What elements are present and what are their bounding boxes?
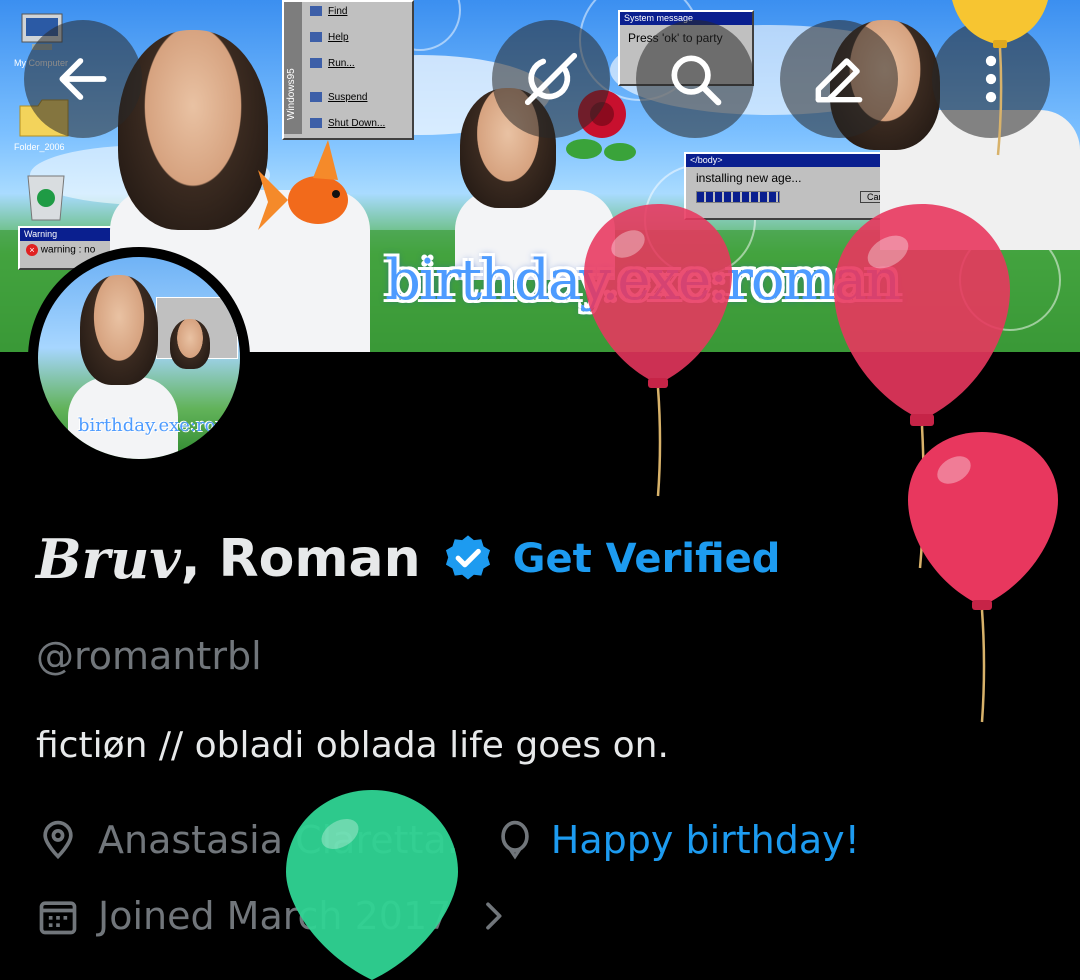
chevron-right-icon [486, 902, 502, 930]
balloon-red [584, 204, 732, 497]
balloon-green [286, 790, 458, 980]
display-name-styled: Bruv [36, 527, 181, 591]
window-title: </body> [686, 154, 912, 167]
verified-badge-icon[interactable] [441, 532, 495, 586]
start-menu-item: Shut Down... [310, 118, 385, 129]
grok-button[interactable] [492, 20, 610, 138]
avatar-image: birthday.exe:roman [38, 257, 240, 459]
grok-icon [524, 52, 578, 106]
arrow-left-icon [59, 58, 107, 100]
start-menu-item: Run... [310, 58, 355, 69]
goldfish-image [258, 140, 348, 230]
balloon-red [908, 432, 1058, 723]
recycle-bin-icon [27, 175, 65, 221]
profile-bio: fictiøn // obladi oblada life goes on. [36, 725, 669, 766]
avatar-title: birthday.exe:roman [78, 415, 240, 436]
balloon-icon [501, 820, 529, 860]
person-face [118, 30, 268, 230]
balloon-yellow [952, 0, 1048, 156]
back-button[interactable] [24, 20, 142, 138]
search-icon [671, 55, 722, 106]
display-name-row: Bruv , Roman Get Verified [36, 527, 780, 591]
edit-icon [815, 58, 863, 103]
error-icon: × [26, 244, 38, 256]
desktop-icon-label: Folder_2006 [14, 142, 65, 152]
start-menu: Windows95 Find Help Run... Suspend Shut … [282, 0, 414, 140]
start-menu-item: Find [310, 6, 347, 17]
compose-button[interactable] [780, 20, 898, 138]
start-menu-item: Suspend [310, 92, 367, 103]
profile-avatar[interactable]: birthday.exe:roman [28, 247, 250, 469]
user-handle: @romantrbl [36, 634, 262, 678]
search-button[interactable] [636, 20, 754, 138]
window-text: warning : no [40, 244, 96, 256]
display-name: , Roman [180, 529, 421, 589]
location-pin-icon [43, 820, 73, 860]
window-text: installing new age... [696, 171, 802, 185]
calendar-icon [39, 901, 77, 935]
get-verified-link[interactable]: Get Verified [513, 536, 781, 582]
birthday-link[interactable]: Happy birthday! [551, 818, 860, 862]
os-label: Windows95 [286, 68, 297, 120]
start-menu-item: Help [310, 32, 349, 43]
